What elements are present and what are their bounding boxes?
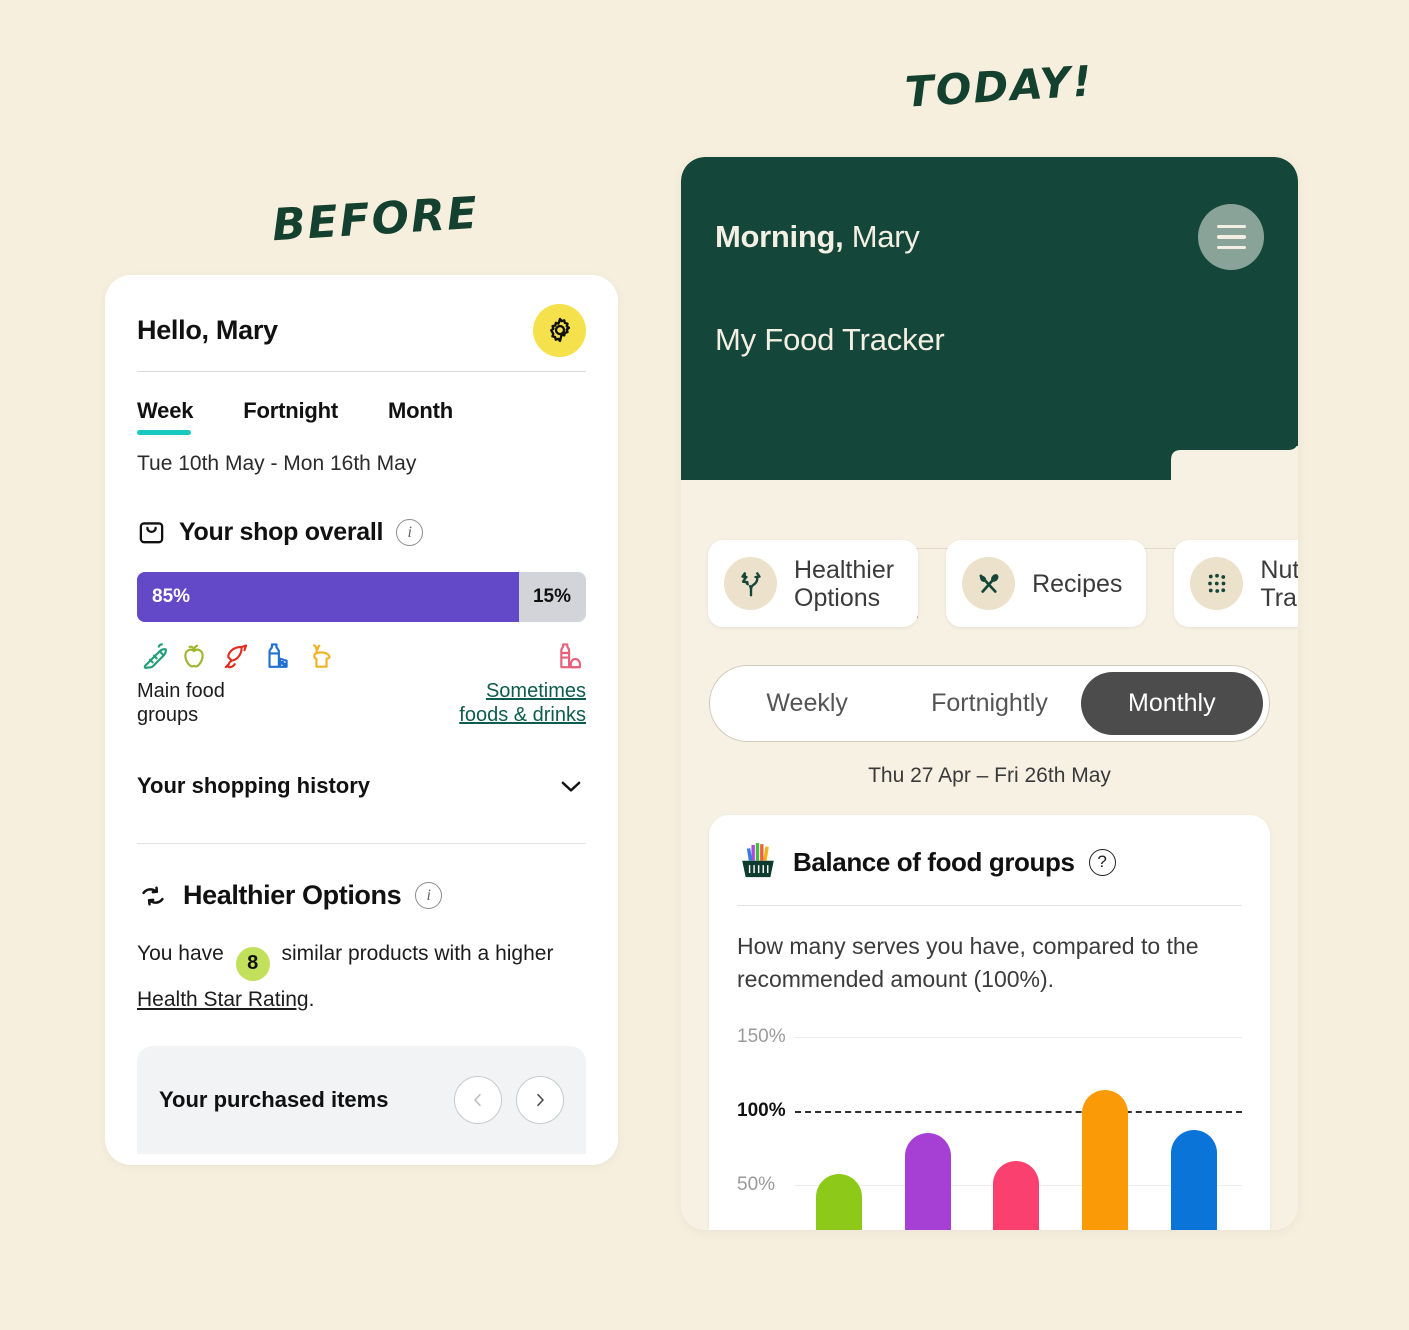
carrot-icon	[137, 641, 171, 673]
today-header: Morning, Mary My Food Tracker	[681, 157, 1298, 420]
health-star-rating-link[interactable]: Health Star Rating	[137, 988, 309, 1011]
carousel-next-button[interactable]	[516, 1075, 564, 1124]
shopping-history-row[interactable]: Your shopping history	[137, 771, 586, 801]
segment-weekly[interactable]: Weekly	[716, 672, 898, 735]
tab-nutrition-tracker[interactable]: Nut Trac	[1174, 540, 1298, 627]
shop-overall-header: Your shop overall i	[137, 476, 586, 547]
settings-button[interactable]	[533, 303, 586, 357]
screenshot-stage: BEFORE TODAY! Hello, Mary Week Fortnight…	[0, 0, 1409, 1330]
greeting-bold: Morning,	[715, 219, 844, 254]
today-greeting: Morning, Mary	[715, 219, 920, 255]
meat-fish-icon	[217, 641, 253, 673]
main-food-group-icons	[137, 641, 339, 673]
tab-week[interactable]: Week	[137, 398, 193, 435]
purchased-items-title: Your purchased items	[159, 1086, 389, 1112]
shop-progress-bar: 85% 15%	[137, 572, 586, 622]
hamburger-menu-icon[interactable]	[1198, 204, 1264, 270]
chevron-down-icon	[556, 771, 586, 801]
snapshot-section: My snapshot Weekly Fortnightly Monthly T…	[681, 548, 1298, 1230]
menu-line	[1216, 245, 1246, 250]
progress-main-segment: 85%	[137, 572, 519, 622]
y-axis-tick-label: 150%	[737, 1025, 786, 1047]
greeting-name: Mary	[843, 219, 920, 254]
product-card[interactable]	[441, 1153, 578, 1165]
knife-spoon-icon	[962, 557, 1016, 610]
healthier-options-header: Healthier Options i	[137, 844, 586, 911]
info-icon[interactable]: i	[415, 882, 443, 910]
bar-grains[interactable]	[1170, 1129, 1217, 1230]
swap-arrows-icon	[137, 881, 169, 911]
grains-bread-icon	[301, 641, 339, 673]
tab-label: Nut Trac	[1260, 555, 1298, 612]
shopping-history-label: Your shopping history	[137, 773, 371, 799]
tab-recipes[interactable]: Recipes	[946, 540, 1147, 627]
food-group-bar-chart: 0%50%100%150%	[737, 1025, 1242, 1230]
header-notch-shape	[681, 420, 1298, 480]
today-subtitle: My Food Tracker	[715, 322, 945, 357]
healthier-options-text: You have 8 similar products with a highe…	[137, 911, 586, 1019]
annotation-before: BEFORE	[270, 187, 481, 252]
info-icon[interactable]: i	[396, 519, 424, 546]
legend-sometimes-foods[interactable]: Sometimes foods & drinks	[396, 680, 586, 727]
apple-icon	[177, 641, 211, 673]
today-greeting-row: Morning, Mary	[681, 157, 1298, 270]
purchased-items-panel: Your purchased items	[137, 1045, 586, 1154]
dairy-icon	[259, 641, 295, 673]
balance-card-divider	[737, 905, 1242, 906]
purchased-item-cards	[145, 1153, 578, 1165]
soft-drink-cake-icon	[550, 641, 586, 673]
legend-main-food-groups: Main food groups	[137, 680, 225, 726]
product-card[interactable]	[145, 1153, 282, 1165]
annotation-today: TODAY!	[903, 56, 1095, 117]
menu-line	[1216, 224, 1246, 229]
question-mark-icon[interactable]: ?	[1088, 848, 1116, 876]
shopping-basket-icon	[737, 841, 779, 883]
period-tab-list: Week Fortnight Month	[137, 372, 586, 435]
tab-healthier-options[interactable]: Healthier Options	[708, 540, 919, 627]
balance-card-description: How many serves you have, compared to th…	[737, 933, 1199, 993]
bar-fruit[interactable]	[904, 1132, 951, 1230]
today-phone-card: Morning, Mary My Food Tracker Healthier …	[681, 157, 1298, 1230]
dotted-grid-icon	[1190, 557, 1244, 610]
ho-text-before: You have	[137, 942, 224, 966]
greeting-text: Hello, Mary	[137, 314, 278, 345]
healthier-options-title: Healthier Options	[183, 880, 402, 911]
segment-monthly[interactable]: Monthly	[1080, 672, 1263, 735]
menu-line	[1216, 235, 1246, 239]
bar-meat-alternatives[interactable]	[993, 1161, 1040, 1230]
product-card[interactable]	[293, 1153, 430, 1165]
balance-card-header: Balance of food groups ?	[737, 841, 1242, 883]
balance-of-food-groups-card: Balance of food groups ? How many serves…	[709, 815, 1270, 1230]
tab-fortnight[interactable]: Fortnight	[243, 398, 338, 435]
legend-row: Main food groups Sometimes foods & drink…	[137, 680, 586, 727]
balance-card-title: Balance of food groups	[793, 846, 1075, 877]
branching-arrows-icon	[724, 557, 777, 610]
similar-products-count: 8	[235, 946, 270, 981]
tab-month[interactable]: Month	[388, 398, 453, 435]
before-phone-card: Hello, Mary Week Fortnight Month Tue 10t…	[105, 275, 618, 1165]
y-axis-tick-label: 50%	[737, 1173, 776, 1195]
sometimes-food-icon-wrap	[550, 641, 586, 673]
shopping-bag-icon	[137, 518, 166, 547]
ho-text-end: .	[308, 987, 315, 1011]
period-segmented-control: Weekly Fortnightly Monthly	[709, 665, 1270, 742]
segment-fortnightly[interactable]: Fortnightly	[898, 672, 1080, 735]
bar-vegetables[interactable]	[816, 1174, 863, 1230]
bar-dairy[interactable]	[1082, 1089, 1129, 1230]
before-header-row: Hello, Mary	[137, 275, 586, 367]
bar-series	[795, 1025, 1238, 1230]
progress-sometimes-segment: 15%	[532, 586, 571, 607]
ho-text-middle: similar products with a higher	[281, 942, 554, 966]
gear-icon	[545, 315, 575, 345]
date-range-text: Tue 10th May - Mon 16th May	[137, 452, 417, 475]
carousel-prev-button[interactable]	[454, 1075, 502, 1124]
carousel-nav	[454, 1075, 564, 1124]
snapshot-date-range: Thu 27 Apr – Fri 26th May	[868, 764, 1111, 787]
today-tab-strip: Healthier Options Recipes Nut Tra	[708, 540, 1298, 627]
shop-overall-title: Your shop overall	[179, 518, 384, 546]
y-axis-tick-label: 100%	[737, 1099, 786, 1121]
tab-label: Recipes	[1032, 569, 1123, 598]
food-group-icon-row	[137, 641, 586, 673]
tab-label: Healthier Options	[794, 555, 895, 612]
